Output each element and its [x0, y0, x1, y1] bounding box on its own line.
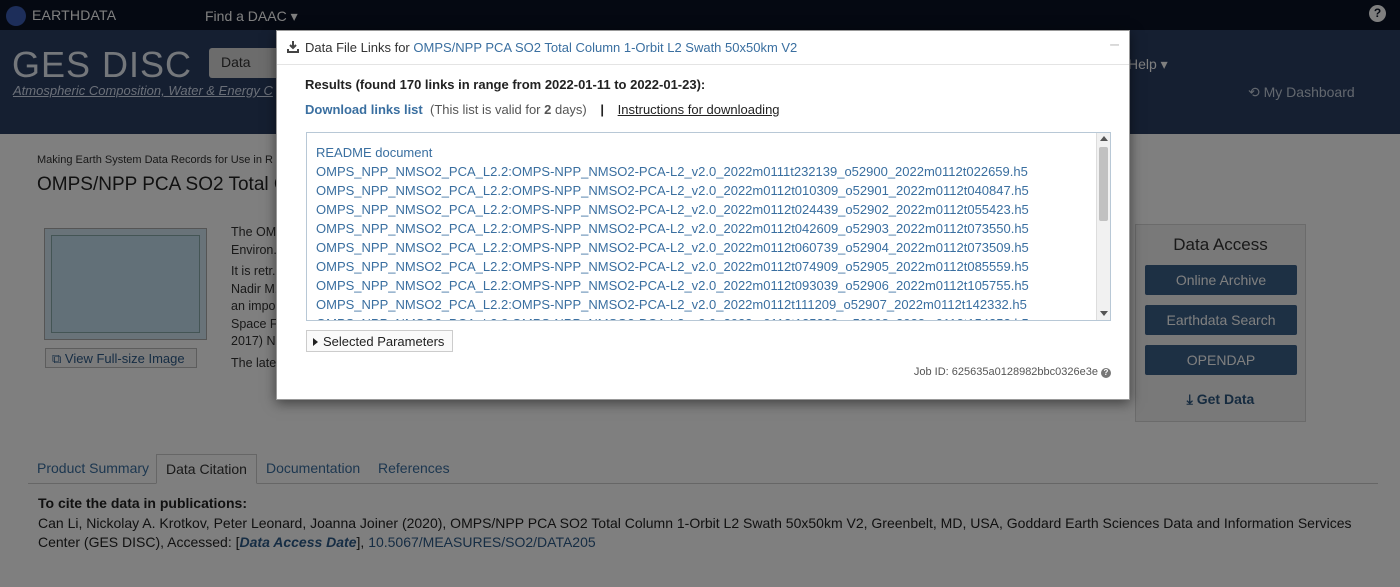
file-link[interactable]: OMPS_NPP_NMSO2_PCA_L2.2:OMPS-NPP_NMSO2-P… [316, 238, 1029, 257]
dialog-header: Data File Links for OMPS/NPP PCA SO2 Tot… [277, 31, 1129, 65]
file-link[interactable]: OMPS_NPP_NMSO2_PCA_L2.2:OMPS-NPP_NMSO2-P… [316, 276, 1029, 295]
dialog-dataset-link[interactable]: OMPS/NPP PCA SO2 Total Column 1-Orbit L2… [413, 40, 797, 55]
job-id: Job ID: 625635a0128982bbc0326e3e? [914, 366, 1111, 378]
file-link[interactable]: OMPS_NPP_NMSO2_PCA_L2.2:OMPS-NPP_NMSO2-P… [316, 219, 1029, 238]
selected-parameters-label: Selected Parameters [323, 334, 445, 349]
dialog-title: Data File Links for OMPS/NPP PCA SO2 Tot… [305, 40, 797, 55]
download-links-row: Download links list (This list is valid … [305, 102, 780, 117]
file-link[interactable]: OMPS_NPP_NMSO2_PCA_L2.2:OMPS-NPP_NMSO2-P… [316, 295, 1029, 314]
links-scrollbar[interactable] [1096, 133, 1110, 320]
file-links-container: README document OMPS_NPP_NMSO2_PCA_L2.2:O… [316, 143, 1029, 320]
file-link[interactable]: OMPS_NPP_NMSO2_PCA_L2.2:OMPS-NPP_NMSO2-P… [316, 181, 1029, 200]
download-icon [287, 41, 299, 53]
dialog-title-prefix: Data File Links for [305, 40, 414, 55]
file-links-list[interactable]: README document OMPS_NPP_NMSO2_PCA_L2.2:O… [306, 132, 1111, 321]
validity-suffix: days) [551, 102, 587, 117]
selected-parameters-toggle[interactable]: Selected Parameters [306, 330, 454, 352]
file-link[interactable]: OMPS_NPP_NMSO2_PCA_L2.2:OMPS-NPP_NMSO2-P… [316, 257, 1029, 276]
results-summary: Results (found 170 links in range from 2… [305, 77, 706, 92]
scroll-thumb[interactable] [1099, 147, 1108, 221]
file-link[interactable]: OMPS_NPP_NMSO2_PCA_L2.2:OMPS-NPP_NMSO2-P… [316, 162, 1029, 181]
instructions-link[interactable]: Instructions for downloading [618, 102, 780, 117]
minimize-icon[interactable]: – [1110, 36, 1119, 54]
data-file-links-dialog: Data File Links for OMPS/NPP PCA SO2 Tot… [276, 30, 1130, 400]
job-id-text: Job ID: 625635a0128982bbc0326e3e [913, 366, 1098, 378]
separator: | [600, 102, 605, 117]
scroll-up-arrow-icon[interactable] [1100, 136, 1108, 141]
validity-prefix: (This list is valid for [429, 102, 545, 117]
file-link[interactable]: OMPS_NPP_NMSO2_PCA_L2.2:OMPS-NPP_NMSO2-P… [316, 314, 1029, 320]
readme-link[interactable]: README document [316, 143, 1029, 162]
download-links-list-link[interactable]: Download links list [305, 102, 423, 117]
question-icon[interactable]: ? [1101, 368, 1111, 378]
scroll-down-arrow-icon[interactable] [1100, 311, 1108, 316]
caret-right-icon [313, 338, 318, 346]
file-link[interactable]: OMPS_NPP_NMSO2_PCA_L2.2:OMPS-NPP_NMSO2-P… [316, 200, 1029, 219]
